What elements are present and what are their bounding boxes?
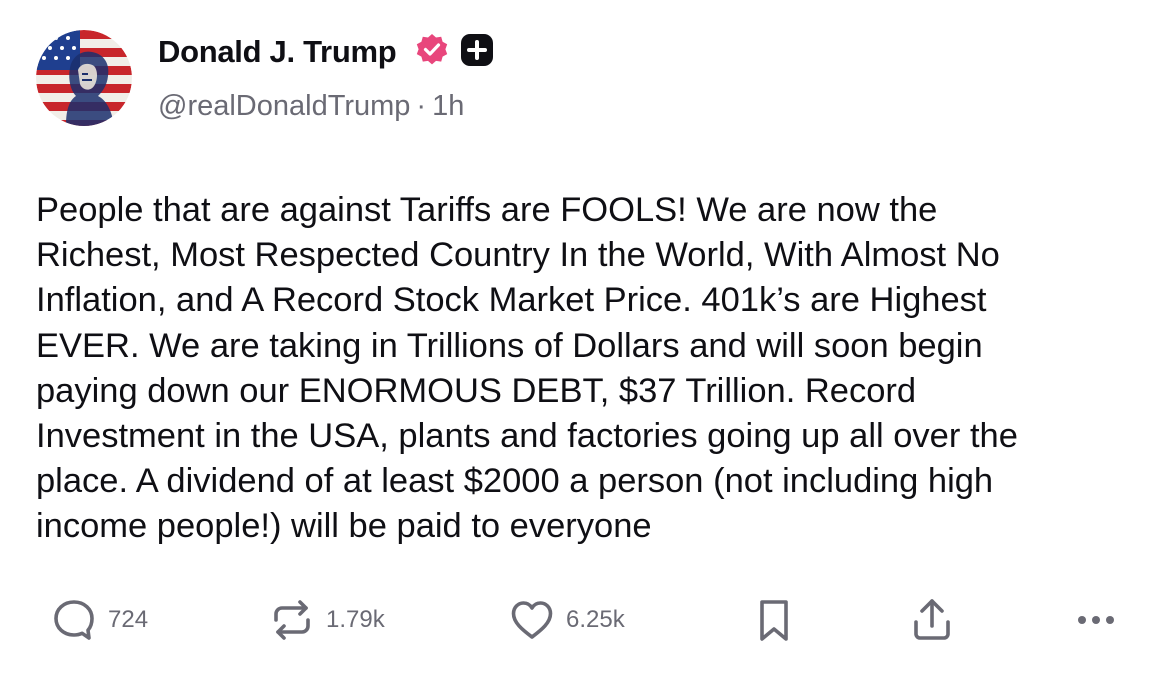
author-avatar[interactable]: [36, 30, 132, 126]
post-line: Investment in the USA, plants and factor…: [36, 417, 1018, 456]
more-options-button[interactable]: [1072, 590, 1120, 650]
like-icon: [508, 596, 556, 644]
author-display-name[interactable]: Donald J. Trump: [158, 30, 397, 74]
bookmark-button[interactable]: [750, 590, 798, 650]
post-line: income people!) will be paid to everyone: [36, 507, 652, 546]
post-line: EVER. We are taking in Trillions of Doll…: [36, 326, 983, 365]
author-badges: [414, 32, 494, 73]
post-line: People that are against Tariffs are FOOL…: [36, 191, 938, 229]
verified-badge-icon: [414, 32, 450, 73]
repost-count: 1.79k: [326, 606, 385, 633]
post-line: Inflation, and A Record Stock Market Pri…: [36, 281, 987, 320]
author-handle[interactable]: @realDonaldTrump: [158, 90, 410, 122]
post-card: Donald J. Trump @realDonaldTrump · 1h Peop…: [0, 0, 1170, 686]
like-count: 6.25k: [566, 606, 625, 633]
action-bar: 724 1.79k 6.25k: [0, 590, 1170, 650]
reply-icon: [50, 596, 98, 644]
share-icon: [908, 596, 956, 644]
reply-count: 724: [108, 606, 149, 633]
post-body: People that are against Tariffs are FOOL…: [36, 188, 1146, 550]
post-line: Richest, Most Respected Country In the W…: [36, 236, 1000, 275]
plus-badge-icon: [460, 33, 494, 72]
like-button[interactable]: 6.25k: [508, 590, 625, 650]
post-line: paying down our ENORMOUS DEBT, $37 Trill…: [36, 371, 917, 410]
post-timestamp[interactable]: 1h: [432, 90, 464, 122]
repost-button[interactable]: 1.79k: [268, 590, 385, 650]
more-icon: [1072, 596, 1120, 644]
reply-button[interactable]: 724: [50, 590, 148, 650]
american-flag-portrait-icon: [36, 30, 132, 126]
bookmark-icon: [750, 596, 798, 644]
author-meta: @realDonaldTrump · 1h: [158, 84, 464, 128]
post-line: place. A dividend of at least $2000 a pe…: [36, 462, 994, 501]
share-button[interactable]: [908, 590, 956, 650]
meta-separator: ·: [416, 90, 427, 122]
repost-icon: [268, 596, 316, 644]
